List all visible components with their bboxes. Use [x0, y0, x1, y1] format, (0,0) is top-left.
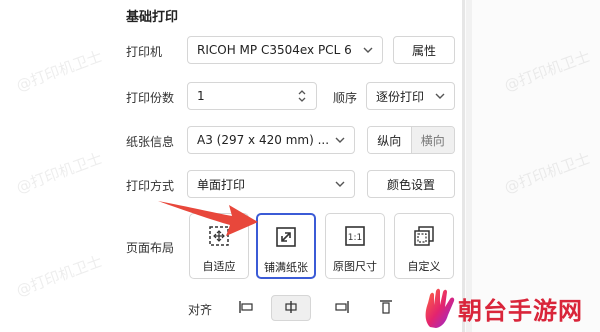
brand-name: 朝台手游网 — [458, 297, 583, 325]
hand-logo-icon — [425, 288, 455, 328]
annotation-arrow — [158, 201, 258, 236]
